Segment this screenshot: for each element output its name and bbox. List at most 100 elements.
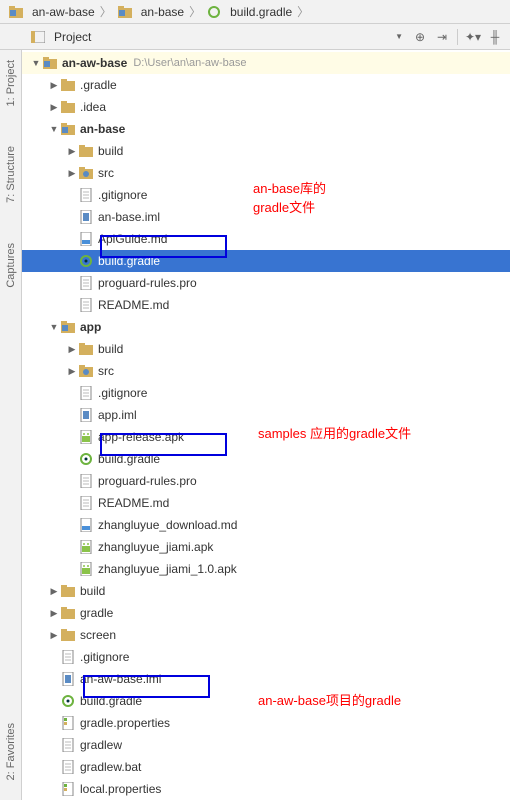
tree-row[interactable]: gradlew.bat: [22, 756, 510, 778]
chevron-down-icon[interactable]: ▼: [30, 58, 42, 68]
folder-icon: [60, 628, 76, 642]
tree-row[interactable]: ▼app: [22, 316, 510, 338]
chevron-right-icon[interactable]: ▶: [48, 586, 60, 597]
chevron-right-icon[interactable]: ▶: [66, 366, 78, 377]
tree-label: build.gradle: [80, 694, 142, 708]
tree-row[interactable]: build.gradle: [22, 250, 510, 272]
tree-row[interactable]: local.properties: [22, 778, 510, 800]
chevron-right-icon: 〉: [188, 3, 202, 20]
folder-mod-icon: [60, 320, 76, 334]
tree-label: .idea: [80, 100, 106, 114]
breadcrumb-item[interactable]: an-aw-base: [4, 0, 99, 23]
tree-label: zhangluyue_download.md: [98, 518, 237, 532]
apk-icon: [78, 540, 94, 554]
folder-mod-icon: [117, 5, 133, 19]
chevron-right-icon[interactable]: ▶: [48, 608, 60, 619]
tree-row[interactable]: build.gradle: [22, 690, 510, 712]
tree-row[interactable]: .gitignore: [22, 184, 510, 206]
tree-row[interactable]: ▶build: [22, 140, 510, 162]
sidebar-tab-structure[interactable]: 7: Structure: [5, 146, 17, 203]
tree-label: build: [80, 584, 105, 598]
collapse-all-icon[interactable]: ⇥: [435, 30, 449, 44]
hide-icon[interactable]: ╫: [488, 30, 502, 44]
dropdown-icon[interactable]: ▼: [395, 32, 403, 41]
chevron-right-icon[interactable]: ▶: [66, 168, 78, 179]
tree-row[interactable]: .gitignore: [22, 646, 510, 668]
tree-row[interactable]: ▶ .idea: [22, 96, 510, 118]
tree-row[interactable]: build.gradle: [22, 448, 510, 470]
tree-row[interactable]: an-aw-base.iml: [22, 668, 510, 690]
chevron-right-icon[interactable]: ▶: [48, 80, 60, 91]
sidebar-tab-favorites[interactable]: 2: Favorites: [5, 723, 17, 780]
breadcrumb-item[interactable]: an-base: [113, 0, 188, 23]
tree-row[interactable]: proguard-rules.pro: [22, 272, 510, 294]
tree-row[interactable]: ▶ build: [22, 580, 510, 602]
breadcrumb: an-aw-base 〉 an-base 〉 build.gradle 〉: [0, 0, 510, 24]
folder-src-icon: [78, 364, 94, 378]
file-prop-icon: [60, 782, 76, 796]
tree-row[interactable]: app-release.apk: [22, 426, 510, 448]
tree-row[interactable]: zhangluyue_download.md: [22, 514, 510, 536]
tree-label: zhangluyue_jiami_1.0.apk: [98, 562, 237, 576]
tree-label: local.properties: [80, 782, 161, 796]
sidebar-tab-captures[interactable]: Captures: [5, 243, 17, 288]
tree-row[interactable]: ▶src: [22, 162, 510, 184]
folder-mod-icon: [60, 122, 76, 136]
toolbar-title[interactable]: Project: [54, 30, 91, 44]
settings-icon[interactable]: ✦▾: [466, 30, 480, 44]
file-md-icon: [78, 232, 94, 246]
project-tree[interactable]: ▼ an-aw-base D:\User\an\an-aw-base ▶.gradle…: [22, 50, 510, 800]
project-view-icon: [30, 30, 46, 44]
chevron-right-icon[interactable]: ▶: [66, 344, 78, 355]
crumb-label: build.gradle: [230, 5, 292, 19]
tree-row[interactable]: ▶src: [22, 360, 510, 382]
folder-icon: [78, 342, 94, 356]
tree-row[interactable]: ▶screen: [22, 624, 510, 646]
tree-row[interactable]: app.iml: [22, 404, 510, 426]
tree-label: README.md: [98, 298, 169, 312]
breadcrumb-item[interactable]: build.gradle: [202, 0, 296, 23]
tree-row[interactable]: ▶build: [22, 338, 510, 360]
folder-icon: [60, 606, 76, 620]
tree-label: ApiGuide.md: [98, 232, 167, 246]
tree-row[interactable]: gradlew: [22, 734, 510, 756]
tree-row[interactable]: README.md: [22, 294, 510, 316]
tree-path: D:\User\an\an-aw-base: [133, 57, 246, 69]
file-icon: [60, 650, 76, 664]
file-iml-icon: [78, 408, 94, 422]
tree-row[interactable]: .gitignore: [22, 382, 510, 404]
tree-row[interactable]: zhangluyue_jiami.apk: [22, 536, 510, 558]
tree-row[interactable]: gradle.properties: [22, 712, 510, 734]
folder-icon: [60, 100, 76, 114]
tree-label: zhangluyue_jiami.apk: [98, 540, 213, 554]
tree-row[interactable]: zhangluyue_jiami_1.0.apk: [22, 558, 510, 580]
chevron-right-icon[interactable]: ▶: [48, 102, 60, 113]
file-iml-icon: [60, 672, 76, 686]
tree-label: an-aw-base: [62, 56, 127, 70]
sidebar-tab-project[interactable]: 1: Project: [5, 60, 17, 106]
folder-mod-icon: [42, 56, 58, 70]
chevron-down-icon[interactable]: ▼: [48, 322, 60, 332]
tree-label: proguard-rules.pro: [98, 276, 197, 290]
tree-row[interactable]: an-base.iml: [22, 206, 510, 228]
tree-label: an-base: [80, 122, 125, 136]
tree-label: app.iml: [98, 408, 137, 422]
crumb-label: an-base: [141, 5, 184, 19]
chevron-down-icon[interactable]: ▼: [48, 124, 60, 134]
chevron-right-icon[interactable]: ▶: [66, 146, 78, 157]
tree-row[interactable]: ▶.gradle: [22, 74, 510, 96]
tree-label: .gitignore: [98, 386, 147, 400]
tree-row[interactable]: ApiGuide.md: [22, 228, 510, 250]
tree-row[interactable]: ▼ an-aw-base D:\User\an\an-aw-base: [22, 52, 510, 74]
tree-row[interactable]: ▼ an-base: [22, 118, 510, 140]
file-icon: [60, 760, 76, 774]
chevron-right-icon[interactable]: ▶: [48, 630, 60, 641]
tree-label: build.gradle: [98, 254, 160, 268]
tree-row[interactable]: README.md: [22, 492, 510, 514]
file-icon: [78, 276, 94, 290]
scroll-from-source-icon[interactable]: ⊕: [413, 30, 427, 44]
tree-label: proguard-rules.pro: [98, 474, 197, 488]
tree-row[interactable]: proguard-rules.pro: [22, 470, 510, 492]
tree-row[interactable]: ▶gradle: [22, 602, 510, 624]
tool-window-bar: 1: Project 7: Structure Captures 2: Favo…: [0, 50, 22, 800]
